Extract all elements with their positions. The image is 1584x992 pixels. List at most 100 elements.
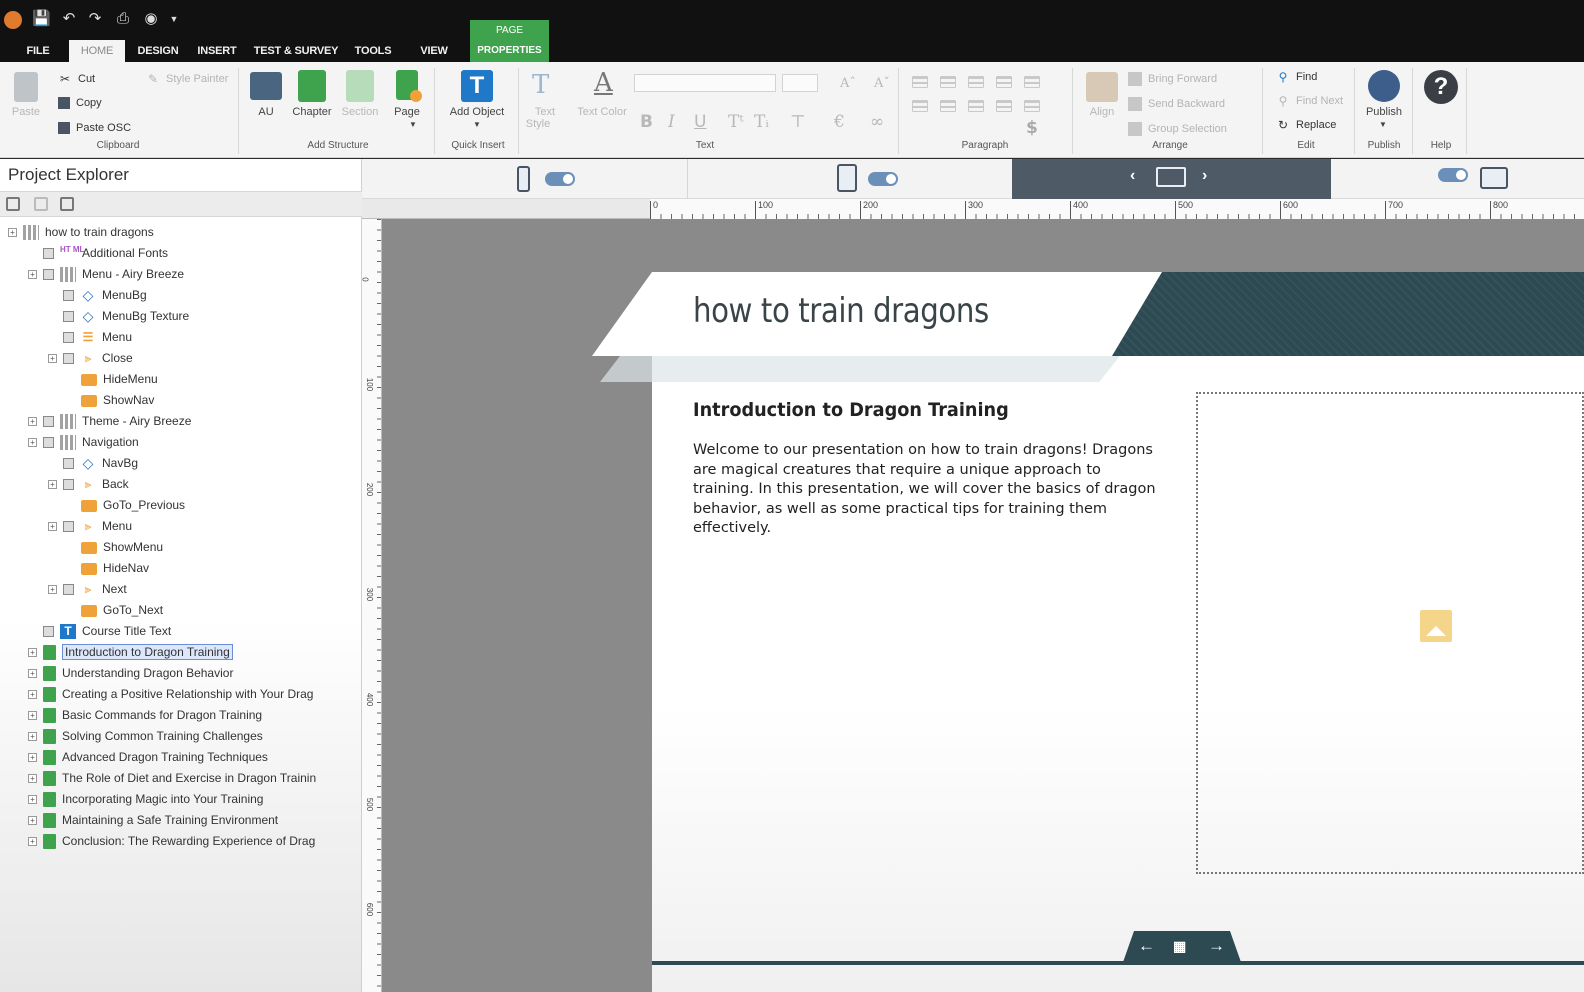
tree-expander-icon[interactable]: + [48,585,57,594]
layout-toggle[interactable] [1438,168,1468,182]
italic-icon[interactable]: I [668,112,675,132]
tree-item[interactable]: ShowMenu [66,537,163,558]
font-shrink-icon[interactable]: Aˇ [874,76,890,91]
tree-item[interactable]: HideNav [66,558,149,579]
desktop-device-selected[interactable]: ‹ › [1012,159,1331,199]
undo-icon[interactable]: ↶ [60,10,78,28]
visibility-checkbox[interactable] [63,458,74,469]
tree-expander-icon[interactable]: + [8,228,17,237]
tab-test-survey[interactable]: TEST & SURVEY [250,40,342,62]
text-style-label-1[interactable]: Text [530,106,560,118]
visibility-checkbox[interactable] [63,521,74,532]
save-icon[interactable]: 💾 [32,10,50,28]
tree-expander-icon[interactable]: + [28,837,37,846]
app-logo-icon[interactable] [4,11,22,29]
slide-canvas[interactable]: how to train dragons Introduction to Dra… [382,219,1584,992]
tree-expander-icon[interactable]: + [28,690,37,699]
tree-item[interactable]: +Introduction to Dragon Training [28,642,233,663]
visibility-checkbox[interactable] [63,353,74,364]
tree-item[interactable]: +Incorporating Magic into Your Training [28,789,263,810]
special-char-icon[interactable]: € [834,112,845,132]
tree-expander-icon[interactable]: + [28,753,37,762]
tree-item[interactable]: +Basic Commands for Dragon Training [28,705,262,726]
tree-item[interactable]: +Creating a Positive Relationship with Y… [28,684,313,705]
text-dollar-icon[interactable]: $ [1026,118,1038,138]
tree-item[interactable]: +The Role of Diet and Exercise in Dragon… [28,768,316,789]
tree-item[interactable]: ◇NavBg [48,453,138,474]
tree-item[interactable]: +⫸Close [48,348,133,369]
tree-expander-icon[interactable]: + [48,354,57,363]
chevron-right-icon[interactable]: › [1202,167,1207,185]
bold-icon[interactable]: B [640,112,653,132]
group-selection-button[interactable]: Group Selection [1128,122,1227,136]
visibility-checkbox[interactable] [43,626,54,637]
superscript-icon[interactable]: Tᵗ [728,112,744,132]
align-left-icon[interactable] [912,76,928,88]
slide-heading[interactable]: Introduction to Dragon Training [693,399,1009,421]
subscript-icon[interactable]: Tᵢ [754,112,769,132]
image-placeholder[interactable] [1196,392,1584,874]
numbering-icon[interactable] [940,100,956,112]
arrow-left-icon[interactable]: ← [1138,936,1155,956]
tree-item[interactable]: +how to train dragons [8,222,154,243]
decrease-indent-icon[interactable] [968,100,984,112]
tree-expander-icon[interactable]: + [28,270,37,279]
tablet-orientation-toggle[interactable] [868,172,898,186]
phone-orientation-toggle[interactable] [545,172,575,186]
tree-item[interactable]: +Conclusion: The Rewarding Experience of… [28,831,315,852]
cut-button[interactable]: ✂Cut [58,72,95,86]
align-button[interactable]: Align [1084,106,1120,118]
tree-expander-icon[interactable]: + [28,417,37,426]
visibility-checkbox[interactable] [63,584,74,595]
print-icon[interactable]: ⎙ [114,10,132,28]
link-icon[interactable]: ∞ [870,112,884,132]
visibility-checkbox[interactable] [63,311,74,322]
explorer-tool-1-icon[interactable] [6,197,20,211]
tree-item[interactable]: GoTo_Next [66,600,163,621]
bullets-icon[interactable] [912,100,928,112]
tree-expander-icon[interactable]: + [28,795,37,804]
tab-insert[interactable]: INSERT [192,40,242,62]
explorer-tool-2-icon[interactable] [34,197,48,211]
visibility-checkbox[interactable] [63,290,74,301]
send-backward-button[interactable]: Send Backward [1128,97,1225,111]
tab-tools[interactable]: TOOLS [350,40,396,62]
redo-icon[interactable]: ↷ [86,10,104,28]
underline-icon[interactable]: U [694,112,706,132]
slide-body-text[interactable]: Welcome to our presentation on how to tr… [693,441,1163,539]
replace-button[interactable]: ↻Replace [1276,118,1336,132]
tree-expander-icon[interactable]: + [28,732,37,741]
tree-item[interactable]: +Menu - Airy Breeze [28,264,184,285]
font-grow-icon[interactable]: Aˆ [840,76,856,91]
copy-button[interactable]: Copy [58,97,102,109]
tree-item[interactable]: GoTo_Previous [66,495,185,516]
tree-item[interactable]: +⫸Back [48,474,129,495]
publish-dropdown-icon[interactable]: ▼ [1378,120,1388,129]
tree-item[interactable]: +⫸Menu [48,516,132,537]
tree-item[interactable]: HideMenu [66,369,158,390]
tree-expander-icon[interactable]: + [28,669,37,678]
tab-file[interactable]: FILE [18,40,58,62]
paragraph-spacing-icon[interactable] [1024,100,1040,112]
visibility-checkbox[interactable] [43,269,54,280]
bring-forward-button[interactable]: Bring Forward [1128,72,1217,86]
tree-item[interactable]: TCourse Title Text [28,621,171,642]
tab-page-properties[interactable]: PAGE PROPERTIES [470,20,549,62]
arrow-right-icon[interactable]: → [1208,936,1225,956]
globe-icon[interactable]: ◉ [142,10,160,28]
tree-expander-icon[interactable]: + [28,438,37,447]
tree-item[interactable]: ☰Menu [48,327,132,348]
align-center-icon[interactable] [940,76,956,88]
add-object-button[interactable]: Add Object [442,106,512,118]
help-icon[interactable]: ? [1424,70,1458,104]
tab-view[interactable]: VIEW [414,40,454,62]
tree-item[interactable]: ◇MenuBg [48,285,147,306]
justify-icon[interactable] [996,76,1012,88]
tree-item[interactable]: ◇MenuBg Texture [48,306,189,327]
tree-item[interactable]: ShowNav [66,390,154,411]
text-style-label-2[interactable]: Style [522,118,554,130]
find-button[interactable]: ⚲Find [1276,70,1317,84]
align-right-icon[interactable] [968,76,984,88]
page-button[interactable]: Page [390,106,424,118]
visibility-checkbox[interactable] [43,437,54,448]
